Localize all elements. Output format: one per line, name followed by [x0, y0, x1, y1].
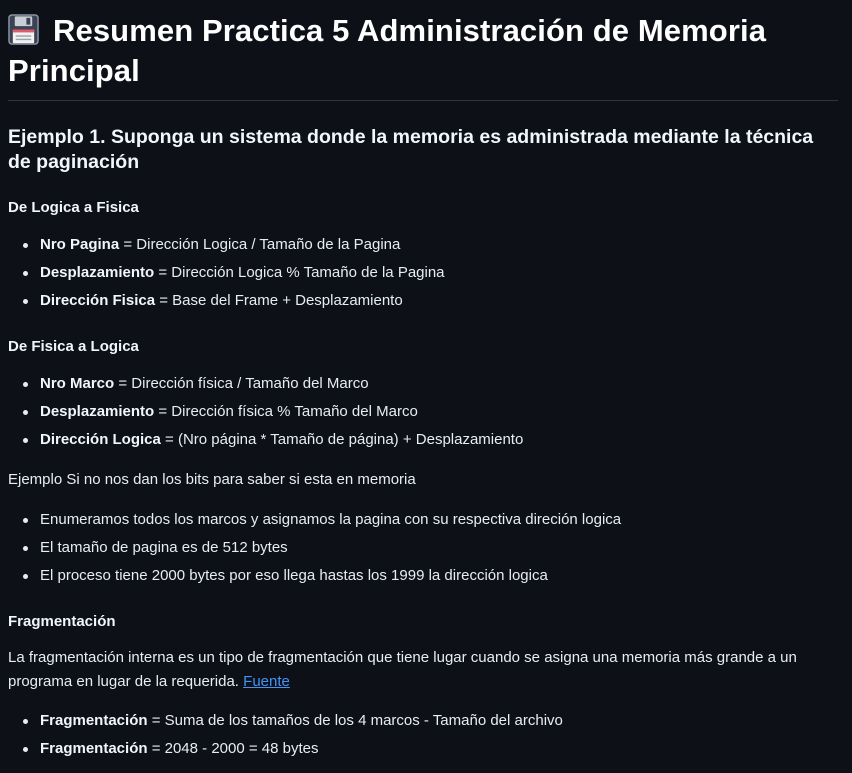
term: Dirección Fisica — [40, 292, 156, 309]
fisica-a-logica-list: Nro Marco = Dirección física / Tamaño de… — [8, 370, 838, 454]
floppy-disk-icon — [8, 14, 39, 45]
fuente-link[interactable]: Fuente — [243, 673, 290, 690]
list-item: El tamaño de pagina es de 512 bytes — [8, 534, 838, 562]
list-item: Dirección Logica = (Nro página * Tamaño … — [8, 426, 838, 454]
fragmentacion-paragraph: La fragmentación interna es un tipo de f… — [8, 646, 838, 694]
logica-a-fisica-heading: De Logica a Fisica — [8, 199, 139, 216]
list-item: Nro Pagina = Dirección Logica / Tamaño d… — [8, 231, 838, 259]
fragmentacion-list: Fragmentación = Suma de los tamaños de l… — [8, 707, 838, 763]
term: Fragmentación — [40, 712, 148, 729]
example1-heading: Ejemplo 1. Suponga un sistema donde la m… — [8, 126, 814, 173]
fragmentacion-heading: Fragmentación — [8, 613, 116, 630]
definition: = Dirección física / Tamaño del Marco — [114, 375, 369, 392]
term: Desplazamiento — [40, 264, 155, 281]
page-title-text: Resumen Practica 5 Administración de Mem… — [8, 13, 767, 88]
list-item: Fragmentación = 2048 - 2000 = 48 bytes — [8, 735, 838, 763]
definition: = Dirección Logica % Tamaño de la Pagina — [154, 264, 445, 281]
term: Dirección Logica — [40, 431, 161, 448]
list-item: Fragmentación = Suma de los tamaños de l… — [8, 707, 838, 735]
list-item: Desplazamiento = Dirección Logica % Tama… — [8, 259, 838, 287]
definition: = Dirección Logica / Tamaño de la Pagina — [119, 236, 401, 253]
bits-example-list: Enumeramos todos los marcos y asignamos … — [8, 506, 838, 590]
definition: = Suma de los tamaños de los 4 marcos - … — [147, 712, 563, 729]
fragmentacion-text: La fragmentación interna es un tipo de f… — [8, 649, 797, 690]
definition: = (Nro página * Tamaño de página) + Desp… — [160, 431, 524, 448]
page-title: Resumen Practica 5 Administración de Mem… — [8, 0, 838, 91]
bits-example-intro: Ejemplo Si no nos dan los bits para sabe… — [8, 471, 416, 488]
list-item: Desplazamiento = Dirección física % Tama… — [8, 398, 838, 426]
list-item: Nro Marco = Dirección física / Tamaño de… — [8, 370, 838, 398]
title-divider — [8, 100, 838, 101]
definition: = Base del Frame + Desplazamiento — [155, 292, 403, 309]
list-item: Dirección Fisica = Base del Frame + Desp… — [8, 287, 838, 315]
term: Nro Marco — [40, 375, 115, 392]
term: Desplazamiento — [40, 403, 155, 420]
markdown-document: Resumen Practica 5 Administración de Mem… — [0, 0, 852, 773]
term: Nro Pagina — [40, 236, 120, 253]
fisica-a-logica-heading: De Fisica a Logica — [8, 338, 139, 355]
list-item: El proceso tiene 2000 bytes por eso lleg… — [8, 562, 838, 590]
term: Fragmentación — [40, 740, 148, 757]
definition: = 2048 - 2000 = 48 bytes — [147, 740, 319, 757]
definition: = Dirección física % Tamaño del Marco — [154, 403, 418, 420]
list-item: Enumeramos todos los marcos y asignamos … — [8, 506, 838, 534]
logica-a-fisica-list: Nro Pagina = Dirección Logica / Tamaño d… — [8, 231, 838, 315]
